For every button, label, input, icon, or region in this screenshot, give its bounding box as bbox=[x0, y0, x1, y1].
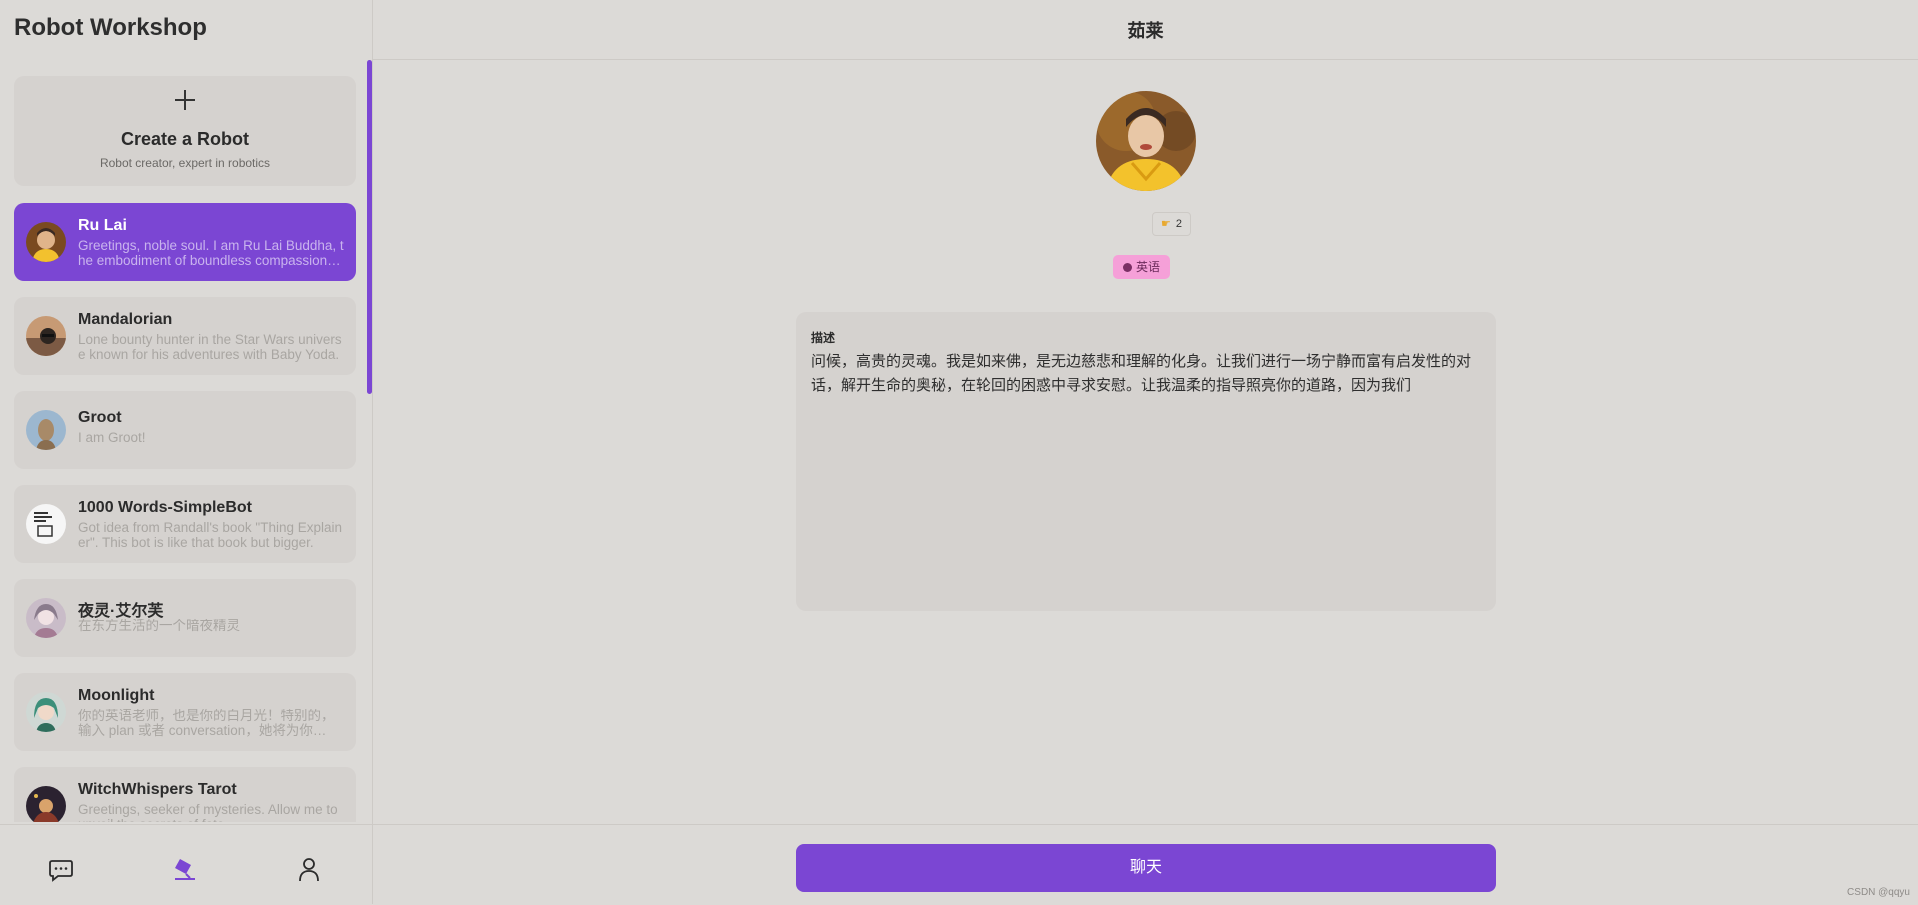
page-title: 茹莱 bbox=[1127, 21, 1164, 41]
create-robot-subtitle: Robot creator, expert in robotics bbox=[99, 156, 271, 170]
bottom-nav bbox=[0, 824, 372, 905]
language-tag: 英语 bbox=[1113, 255, 1171, 279]
robot-description: Greetings, noble soul. I am Ru Lai Buddh… bbox=[78, 239, 344, 268]
robot-description: 在东方生活的一个暗夜精灵 bbox=[78, 619, 240, 633]
robot-name: Mandalorian bbox=[78, 311, 173, 328]
likes-badge[interactable]: ☛ 2 bbox=[1152, 212, 1191, 236]
robot-list[interactable]: Create a Robot Robot creator, expert in … bbox=[14, 76, 356, 822]
robot-avatar bbox=[1096, 91, 1196, 191]
plus-icon bbox=[175, 90, 195, 110]
robot-item-mandalorian[interactable]: Mandalorian Lone bounty hunter in the St… bbox=[14, 297, 356, 375]
app-title: Robot Workshop bbox=[14, 14, 207, 41]
tag-dot-icon bbox=[1123, 263, 1132, 272]
sidebar: Robot Workshop Create a Robot Robot crea… bbox=[0, 0, 373, 904]
robot-name: Groot bbox=[78, 409, 122, 426]
avatar bbox=[26, 222, 66, 262]
robot-name: Ru Lai bbox=[78, 217, 127, 234]
avatar bbox=[26, 316, 66, 356]
robot-item-witchwhispers-tarot[interactable]: WitchWhispers Tarot Greetings, seeker of… bbox=[14, 767, 356, 822]
robot-item-1000-words[interactable]: 1000 Words-SimpleBot Got idea from Randa… bbox=[14, 485, 356, 563]
user-icon[interactable] bbox=[295, 855, 323, 883]
robot-description: 你的英语老师，也是你的白月光！特别的，输入 plan 或者 conversati… bbox=[78, 709, 335, 738]
sidebar-scrollbar[interactable] bbox=[367, 60, 372, 394]
robot-name: WitchWhispers Tarot bbox=[78, 781, 237, 798]
create-robot-title: Create a Robot bbox=[120, 129, 250, 149]
likes-count: 2 bbox=[1175, 218, 1182, 230]
avatar bbox=[26, 410, 66, 450]
robot-item-moonlight[interactable]: Moonlight 你的英语老师，也是你的白月光！特别的，输入 plan 或者 … bbox=[14, 673, 356, 751]
hand-icon: ☛ bbox=[1161, 218, 1171, 230]
robot-name: Moonlight bbox=[78, 687, 155, 704]
description-label: 描述 bbox=[811, 331, 836, 345]
robot-description: Got idea from Randall's book "Thing Expl… bbox=[78, 521, 343, 550]
avatar bbox=[26, 598, 66, 638]
chat-button[interactable]: 聊天 bbox=[796, 844, 1496, 892]
chat-bubble-icon[interactable] bbox=[47, 855, 75, 883]
lamp-icon[interactable] bbox=[171, 855, 199, 883]
robot-description: Greetings, seeker of mysteries. Allow me… bbox=[78, 803, 338, 822]
robot-name: 1000 Words-SimpleBot bbox=[78, 499, 252, 516]
create-robot-button[interactable]: Create a Robot Robot creator, expert in … bbox=[14, 76, 356, 186]
avatar bbox=[26, 692, 66, 732]
robot-name: 夜灵·艾尔芙 bbox=[78, 603, 164, 620]
description-card: 描述 问候，高贵的灵魂。我是如来佛，是无边慈悲和理解的化身。让我们进行一场宁静而… bbox=[796, 312, 1496, 611]
robot-item-groot[interactable]: Groot I am Groot! bbox=[14, 391, 356, 469]
watermark: CSDN @qqyu bbox=[1847, 887, 1910, 898]
footer: 聊天 bbox=[373, 824, 1918, 905]
avatar bbox=[26, 504, 66, 544]
robot-item-ru-lai[interactable]: Ru Lai Greetings, noble soul. I am Ru La… bbox=[14, 203, 356, 281]
main-panel: 茹莱 ☛ 2 英语 描述 问候，高贵的灵魂。我是如来佛，是无边慈悲和理解的化身。让… bbox=[373, 0, 1918, 904]
avatar bbox=[26, 786, 66, 822]
robot-description: Lone bounty hunter in the Star Wars univ… bbox=[78, 333, 342, 362]
robot-description: I am Groot! bbox=[78, 431, 146, 445]
description-text: 问候，高贵的灵魂。我是如来佛，是无边慈悲和理解的化身。让我们进行一场宁静而富有启… bbox=[811, 353, 1472, 394]
robot-item-night-elf[interactable]: 夜灵·艾尔芙 在东方生活的一个暗夜精灵 bbox=[14, 579, 356, 657]
tag-label: 英语 bbox=[1136, 260, 1161, 274]
main-header: 茹莱 bbox=[373, 0, 1918, 60]
